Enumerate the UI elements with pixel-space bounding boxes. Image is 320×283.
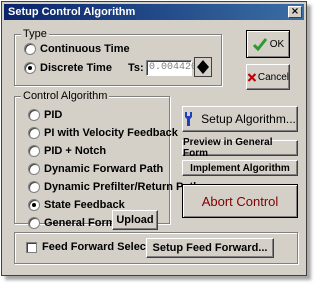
ok-button[interactable]: OK — [246, 30, 290, 58]
abort-control-label: Abort Control — [201, 193, 279, 209]
checkmark-icon — [252, 38, 267, 52]
radio-indicator — [24, 43, 36, 55]
setup-algorithm-label: Setup Algorithm... — [201, 112, 296, 126]
radio-label: PI with Velocity Feedback — [44, 127, 178, 139]
radio-label: General Form — [44, 217, 116, 229]
radio-label: Dynamic Prefilter/Return Path — [44, 181, 200, 193]
radio-indicator — [28, 181, 40, 193]
radio-pid-notch[interactable]: PID + Notch — [28, 144, 106, 158]
ts-label: Ts: — [128, 62, 144, 74]
radio-label: Continuous Time — [40, 43, 130, 55]
feed-forward-checkbox[interactable] — [26, 242, 37, 253]
preview-label: Preview in General Form — [183, 137, 273, 159]
upload-button[interactable]: Upload — [112, 210, 158, 230]
radio-general-form[interactable]: General Form — [28, 216, 116, 230]
radio-label: Discrete Time — [40, 62, 112, 74]
window-title: Setup Control Algorithm — [8, 6, 136, 18]
red-x-icon — [247, 72, 257, 82]
spin-up-icon[interactable] — [197, 60, 209, 67]
title-bar: Setup Control Algorithm × — [4, 4, 304, 20]
preview-general-form-button[interactable]: Preview in General Form — [182, 137, 298, 159]
radio-indicator — [28, 217, 40, 229]
implement-algorithm-button[interactable]: Implement Algorithm — [182, 160, 298, 176]
cancel-button[interactable]: Cancel — [246, 64, 290, 90]
close-button[interactable]: × — [288, 6, 302, 18]
wrench-icon — [185, 112, 193, 126]
setup-feed-forward-label: Setup Feed Forward... — [152, 242, 268, 254]
radio-label: PID + Notch — [44, 145, 107, 157]
radio-discrete-time[interactable]: Discrete Time — [24, 61, 112, 75]
feed-forward-label: Feed Forward Selected — [42, 241, 163, 253]
radio-indicator — [28, 127, 40, 139]
setup-algorithm-button[interactable]: Setup Algorithm... — [182, 106, 298, 132]
ts-spinner[interactable] — [194, 57, 212, 77]
radio-indicator — [28, 199, 40, 211]
ts-input[interactable]: 0.004420 — [146, 60, 197, 76]
ok-label: OK — [269, 38, 285, 50]
dialog-window: Setup Control Algorithm × Type Continuou… — [1, 1, 307, 276]
spin-down-icon[interactable] — [197, 67, 209, 74]
setup-feed-forward-button[interactable]: Setup Feed Forward... — [146, 238, 274, 258]
radio-label: Dynamic Forward Path — [44, 163, 164, 175]
close-icon: × — [290, 6, 300, 17]
upload-label: Upload — [116, 214, 154, 226]
radio-indicator — [28, 109, 40, 121]
radio-label: PID — [44, 109, 63, 121]
radio-pi-velocity-feedback[interactable]: PI with Velocity Feedback — [28, 126, 178, 140]
radio-dynamic-prefilter-return-path[interactable]: Dynamic Prefilter/Return Path — [28, 180, 200, 194]
radio-state-feedback[interactable]: State Feedback — [28, 198, 125, 212]
cancel-label: Cancel — [257, 71, 289, 83]
radio-continuous-time[interactable]: Continuous Time — [24, 42, 130, 56]
abort-control-button[interactable]: Abort Control — [182, 184, 298, 218]
control-algorithm-label: Control Algorithm — [21, 90, 110, 102]
radio-indicator — [28, 163, 40, 175]
radio-pid[interactable]: PID — [28, 108, 62, 122]
radio-dynamic-forward-path[interactable]: Dynamic Forward Path — [28, 162, 163, 176]
implement-label: Implement Algorithm — [190, 162, 290, 174]
type-group-label: Type — [21, 28, 49, 40]
radio-indicator — [28, 145, 40, 157]
radio-indicator — [24, 62, 36, 74]
